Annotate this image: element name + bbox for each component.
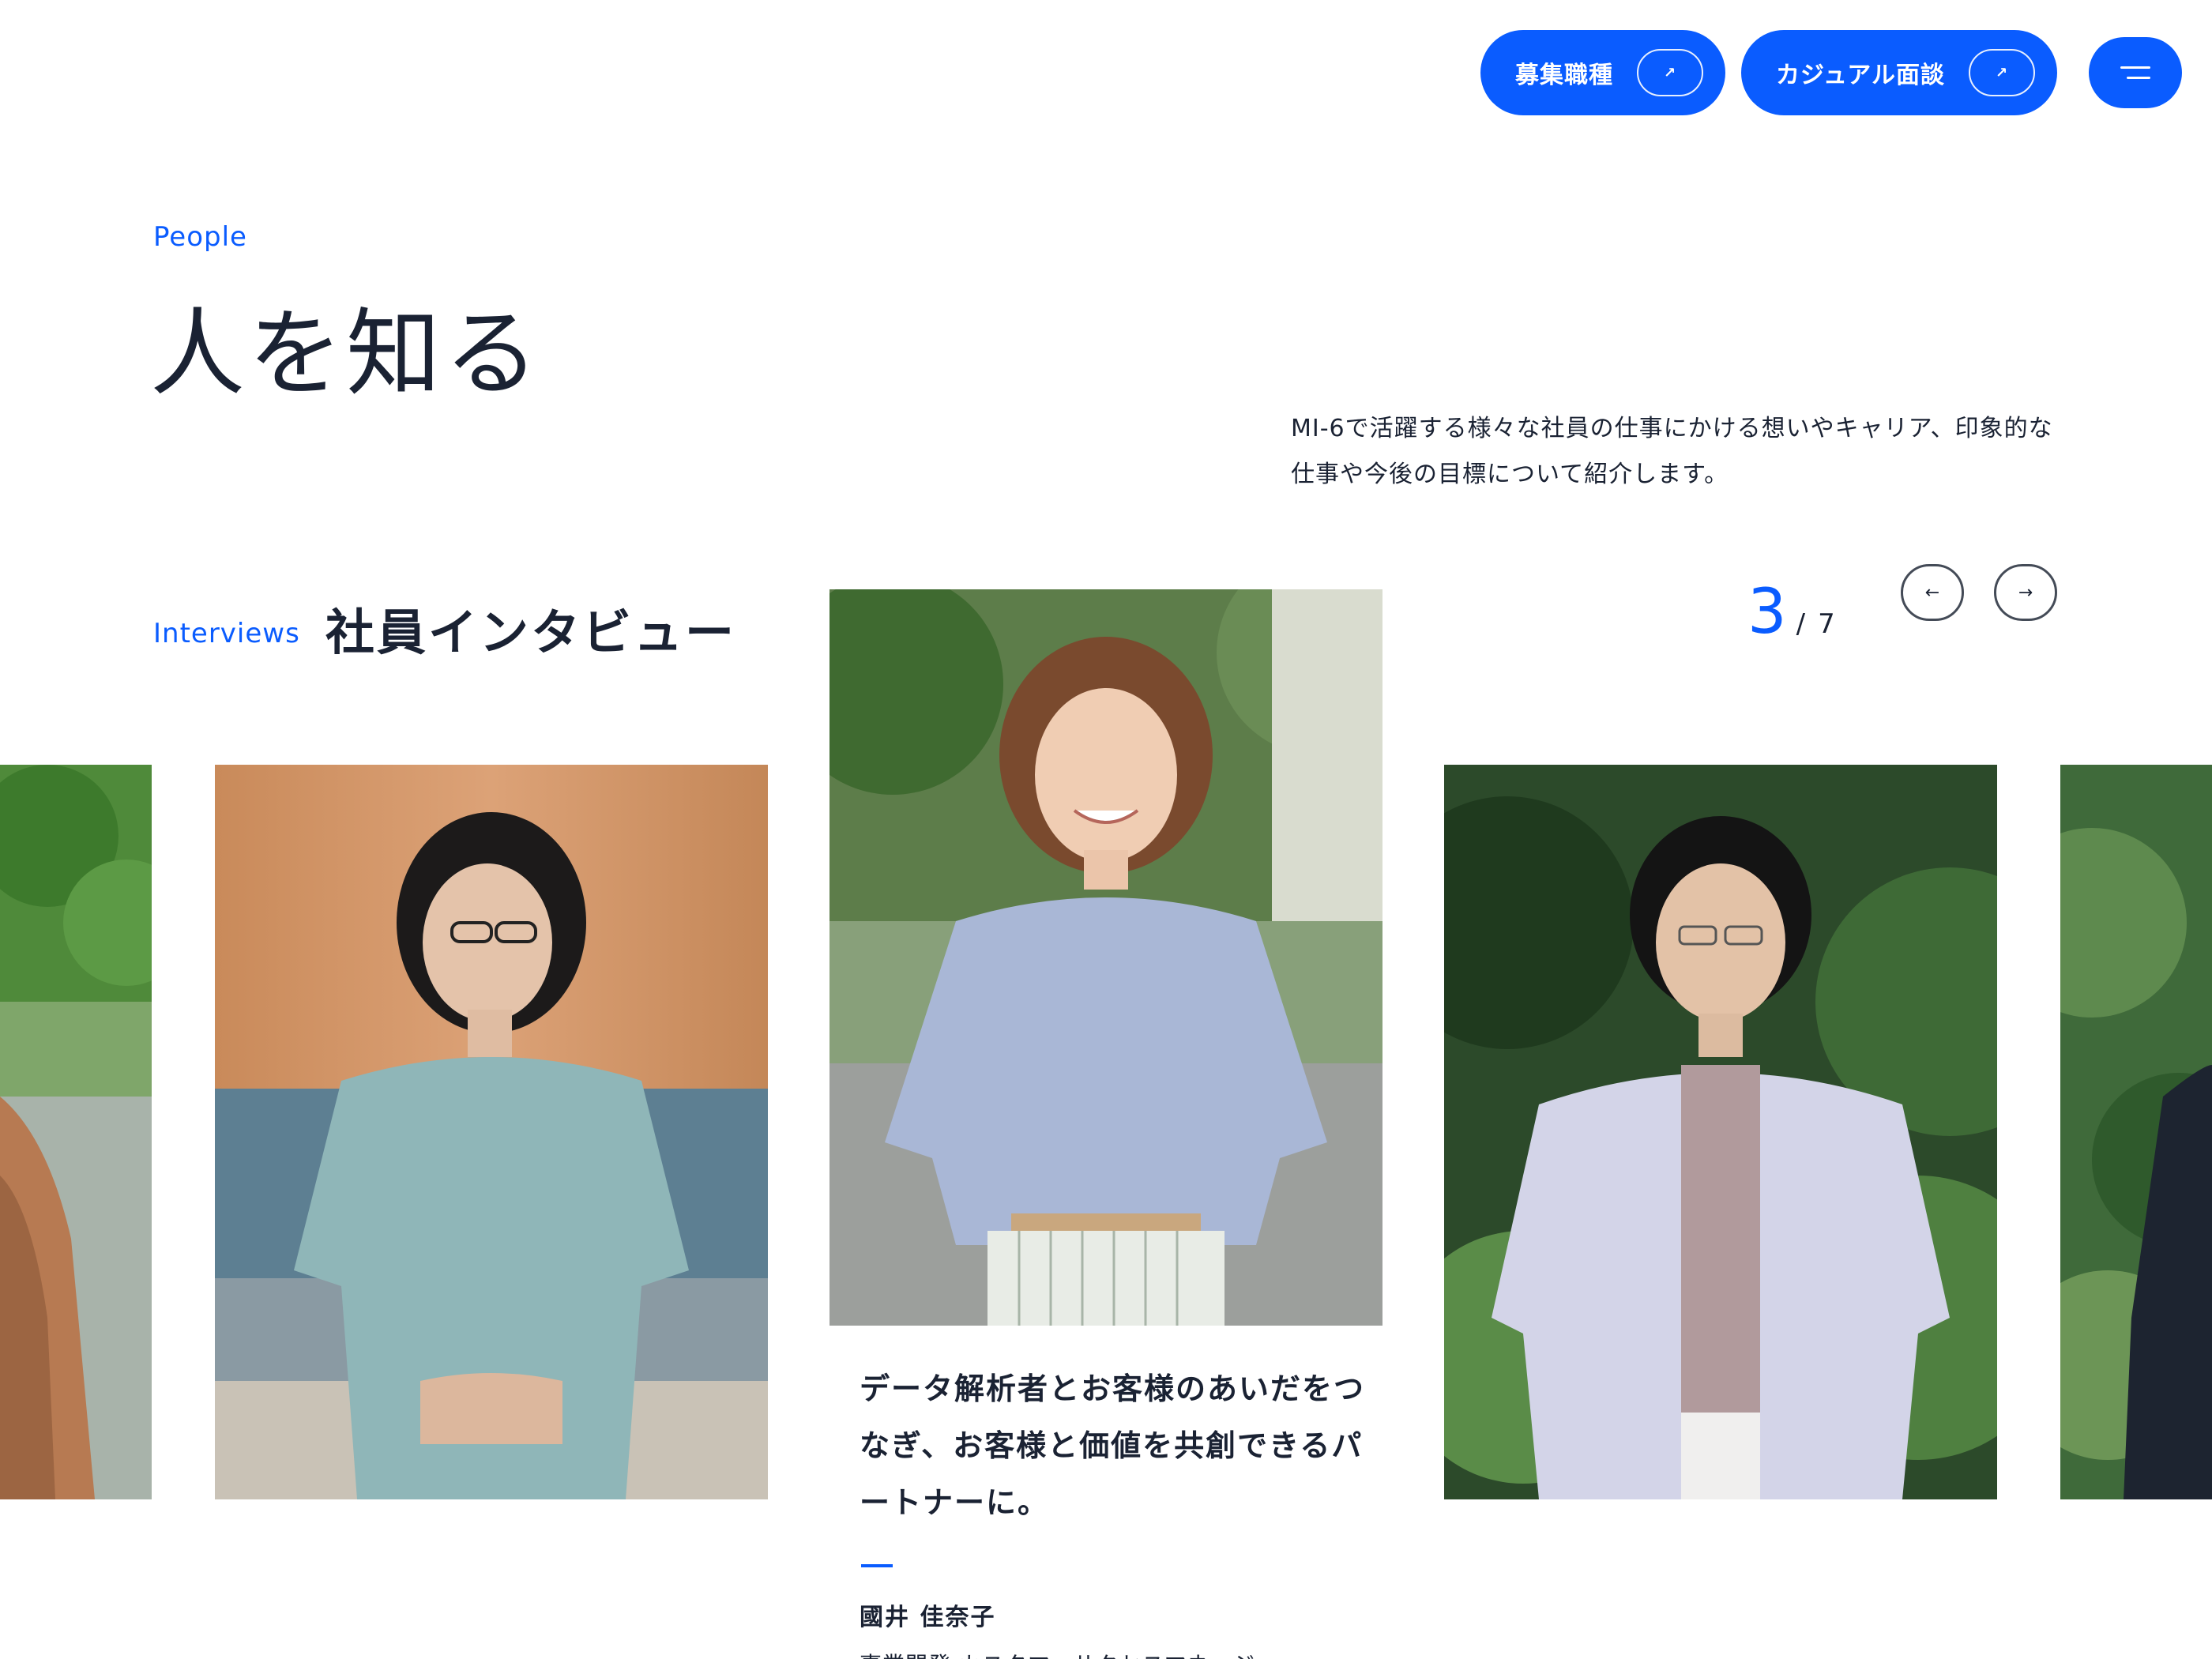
casual-interview-button-label: カジュアル面談 [1776, 62, 1945, 89]
slide-counter-separator: / [1796, 608, 1806, 640]
arrow-left-icon: ← [1924, 582, 1940, 603]
interview-card-photo-active[interactable] [830, 589, 1382, 1326]
slide-counter-total: 7 [1818, 608, 1835, 640]
person-photo [0, 765, 152, 1499]
interviews-title: 社員インタビュー [325, 604, 737, 661]
interview-card-photo[interactable] [1444, 765, 1997, 1499]
menu-icon-line [2127, 77, 2150, 79]
interviews-eyebrow: Interviews [153, 618, 300, 649]
external-arrow-icon: ↗ [1637, 49, 1703, 96]
person-photo [830, 589, 1382, 1326]
prev-slide-button[interactable]: ← [1901, 564, 1964, 621]
person-photo [215, 765, 768, 1499]
person-photo [2060, 765, 2212, 1499]
arrow-right-icon: → [2018, 582, 2033, 603]
interview-card-photo[interactable] [2060, 765, 2212, 1499]
interview-card-photo[interactable] [0, 765, 152, 1499]
person-photo [1444, 765, 1997, 1499]
jobs-button-label: 募集職種 [1515, 62, 1613, 89]
card-role: 事業開発 カスタマーサクセスマネージャー [860, 1648, 1365, 1659]
interview-card-photo[interactable] [215, 765, 768, 1499]
page: 募集職種 ↗ カジュアル面談 ↗ People 人を知る MI-6で活躍する様々… [0, 0, 2212, 1659]
section-eyebrow: People [153, 221, 247, 253]
active-card-text: データ解析者とお客様のあいだをつなぎ、お客様と価値を共創できるパートナーに。 國… [860, 1360, 1365, 1659]
casual-interview-button[interactable]: カジュアル面談 ↗ [1741, 30, 2057, 115]
external-arrow-icon: ↗ [1969, 49, 2035, 96]
card-divider [861, 1564, 893, 1567]
next-slide-button[interactable]: → [1994, 564, 2057, 621]
jobs-button[interactable]: 募集職種 ↗ [1480, 30, 1725, 115]
header-actions: 募集職種 ↗ カジュアル面談 ↗ [1480, 30, 2182, 115]
hamburger-menu-button[interactable] [2089, 37, 2182, 108]
slide-counter: 3 / 7 [1747, 577, 1835, 648]
menu-icon-line [2120, 66, 2150, 69]
slide-counter-current: 3 [1747, 577, 1787, 648]
page-title: 人を知る [150, 299, 542, 409]
card-name: 國井 佳奈子 [860, 1604, 996, 1631]
card-quote: データ解析者とお客様のあいだをつなぎ、お客様と価値を共創できるパートナーに。 [860, 1371, 1366, 1520]
intro-text: MI-6で活躍する様々な社員の仕事にかける想いやキャリア、印象的な仕事や今後の目… [1291, 415, 2053, 488]
